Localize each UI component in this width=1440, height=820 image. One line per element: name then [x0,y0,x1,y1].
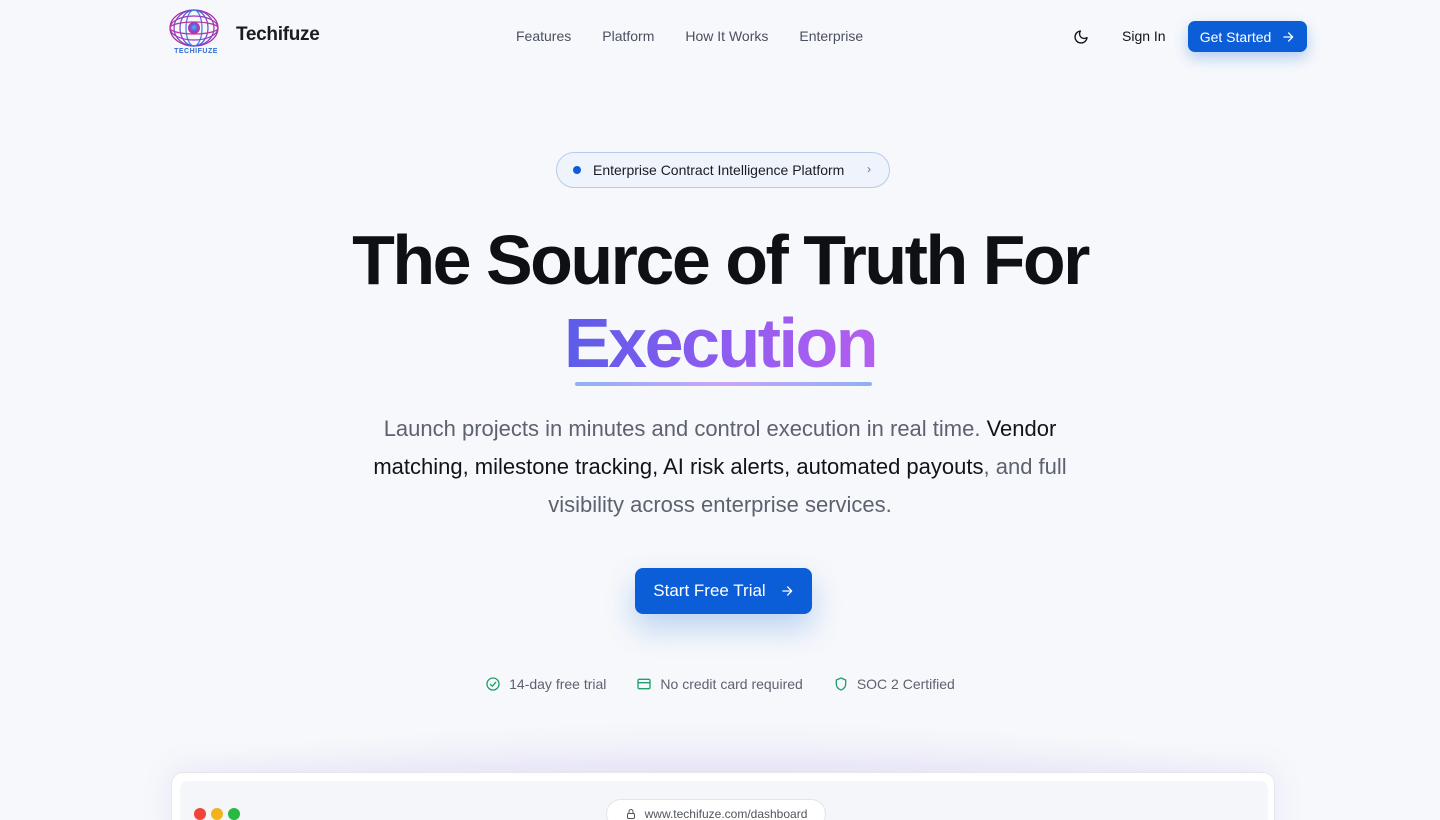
badge-label: No credit card required [660,676,803,692]
browser-bar: www.techifuze.com/dashboard [180,781,1268,820]
check-circle-icon [486,677,500,691]
chevron-right-icon: › [867,162,871,176]
shield-icon [835,677,847,691]
headline-underline [575,382,872,386]
window-minimize-dot [211,808,223,820]
hero-headline: The Source of Truth For [352,221,1090,299]
hero-subtitle: Launch projects in minutes and control e… [360,410,1080,524]
headline-accent-text: Execution [563,304,879,382]
nav-links: Features Platform How It Works Enterpris… [516,28,863,44]
window-close-dot [194,808,206,820]
start-free-trial-button[interactable]: Start Free Trial [635,568,812,614]
brand-name[interactable]: Techifuze [236,24,320,46]
cta-label: Start Free Trial [653,581,766,600]
theme-toggle-button[interactable] [1070,26,1092,48]
trust-badges: 14-day free trial No credit card require… [0,676,1440,692]
address-url: www.techifuze.com/dashboard [644,807,808,820]
hero-headline-accent: Execution [0,303,1440,383]
arrow-right-icon [781,586,793,596]
credit-card-icon [637,678,652,690]
nav-link-how-it-works[interactable]: How It Works [685,28,768,44]
subtitle-part-1: Launch projects in minutes and control e… [383,416,987,441]
badge-free-trial: 14-day free trial [485,676,606,692]
nav-link-platform[interactable]: Platform [602,28,654,44]
badge-label: 14-day free trial [509,676,607,692]
badge-no-credit-card: No credit card required [636,676,803,692]
badge-label: SOC 2 Certified [856,676,955,692]
pill-text: Enterprise Contract Intelligence Platfor… [593,162,845,178]
top-nav: TECHIFUZE Techifuze Features Platform Ho… [0,0,1440,72]
nav-link-enterprise[interactable]: Enterprise [799,28,863,44]
window-maximize-dot [228,808,240,820]
logo-wordmark: TECHIFUZE [174,48,218,55]
lock-icon [626,809,635,819]
get-started-button[interactable]: Get Started [1188,21,1307,52]
get-started-label: Get Started [1199,28,1272,45]
announcement-pill[interactable]: Enterprise Contract Intelligence Platfor… [556,152,890,188]
dashboard-preview-window: www.techifuze.com/dashboard [171,772,1275,820]
moon-icon [1074,30,1088,44]
pill-dot [573,166,581,174]
nav-link-features[interactable]: Features [516,28,571,44]
address-bar[interactable]: www.techifuze.com/dashboard [606,799,826,820]
arrow-right-icon [1283,31,1294,42]
badge-soc2: SOC 2 Certified [833,676,955,692]
sign-in-link[interactable]: Sign In [1122,28,1166,44]
